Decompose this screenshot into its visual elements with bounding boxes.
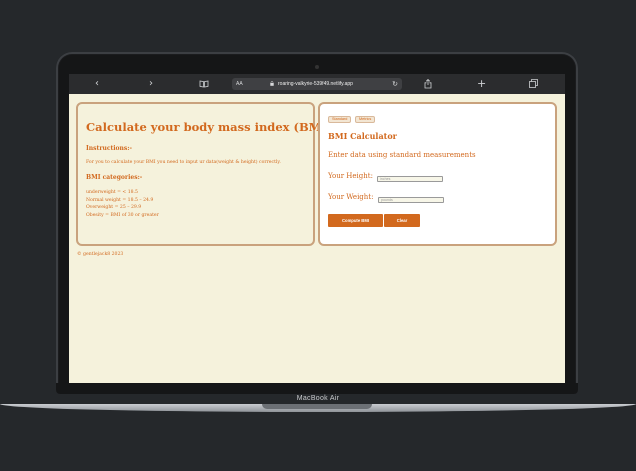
browser-toolbar: ‹ › AA roaring-valkyrie-539f49.netlify.a… <box>69 74 565 94</box>
reload-icon[interactable]: ↻ <box>392 78 398 90</box>
compute-bmi-button[interactable]: Compute BMI <box>328 214 383 227</box>
browser-screen: ‹ › AA roaring-valkyrie-539f49.netlify.a… <box>69 74 565 384</box>
tab-standard[interactable]: Standard <box>328 116 352 123</box>
device-label: MacBook Air <box>296 395 340 402</box>
weight-input[interactable] <box>378 197 444 203</box>
reader-aa-button[interactable]: AA <box>236 79 243 89</box>
address-bar[interactable]: AA roaring-valkyrie-539f49.netlify.app ↻ <box>232 78 402 90</box>
clear-button[interactable]: Clear <box>384 214 420 227</box>
page-title: Calculate your body mass index (BMI) <box>86 120 333 134</box>
footer-copyright: © gentlejack8 2023 <box>77 252 124 257</box>
category-item: underweight = < 18.5 <box>86 190 138 195</box>
lock-icon <box>270 79 274 90</box>
height-input[interactable] <box>377 176 443 182</box>
laptop-notch <box>262 404 372 409</box>
instructions-card: Calculate your body mass index (BMI) Ins… <box>76 102 332 246</box>
category-item: Normal weight = 18.5 – 24.9 <box>86 197 154 203</box>
category-item: Overweight = 25 – 29.9 <box>86 205 142 210</box>
new-tab-plus-icon[interactable]: + <box>477 77 486 91</box>
calculator-card: Standard Metrics BMI Calculator Enter da… <box>318 102 557 246</box>
tabs-overview-icon[interactable] <box>529 77 538 93</box>
calculator-description: Enter data using standard measurements <box>328 151 476 159</box>
categories-heading: BMI categories:- <box>86 174 143 181</box>
calculator-title: BMI Calculator <box>328 131 397 141</box>
share-icon[interactable] <box>424 77 432 94</box>
height-label: Your Height: <box>328 172 373 180</box>
tab-metrics[interactable]: Metrics <box>355 116 376 123</box>
book-icon[interactable] <box>199 77 209 93</box>
weight-label: Your Weight: <box>328 193 374 201</box>
category-item: Obesity = BMI of 30 or greater <box>86 212 159 218</box>
screen-bezel <box>56 383 578 394</box>
back-chevron-icon[interactable]: ‹ <box>95 77 99 91</box>
camera-dot <box>315 65 319 69</box>
instructions-text: For you to calculate your BMI you need t… <box>86 160 281 165</box>
forward-chevron-icon[interactable]: › <box>149 77 153 91</box>
instructions-heading: Instructions:- <box>86 145 132 152</box>
url-text: roaring-valkyrie-539f49.netlify.app <box>278 81 353 87</box>
